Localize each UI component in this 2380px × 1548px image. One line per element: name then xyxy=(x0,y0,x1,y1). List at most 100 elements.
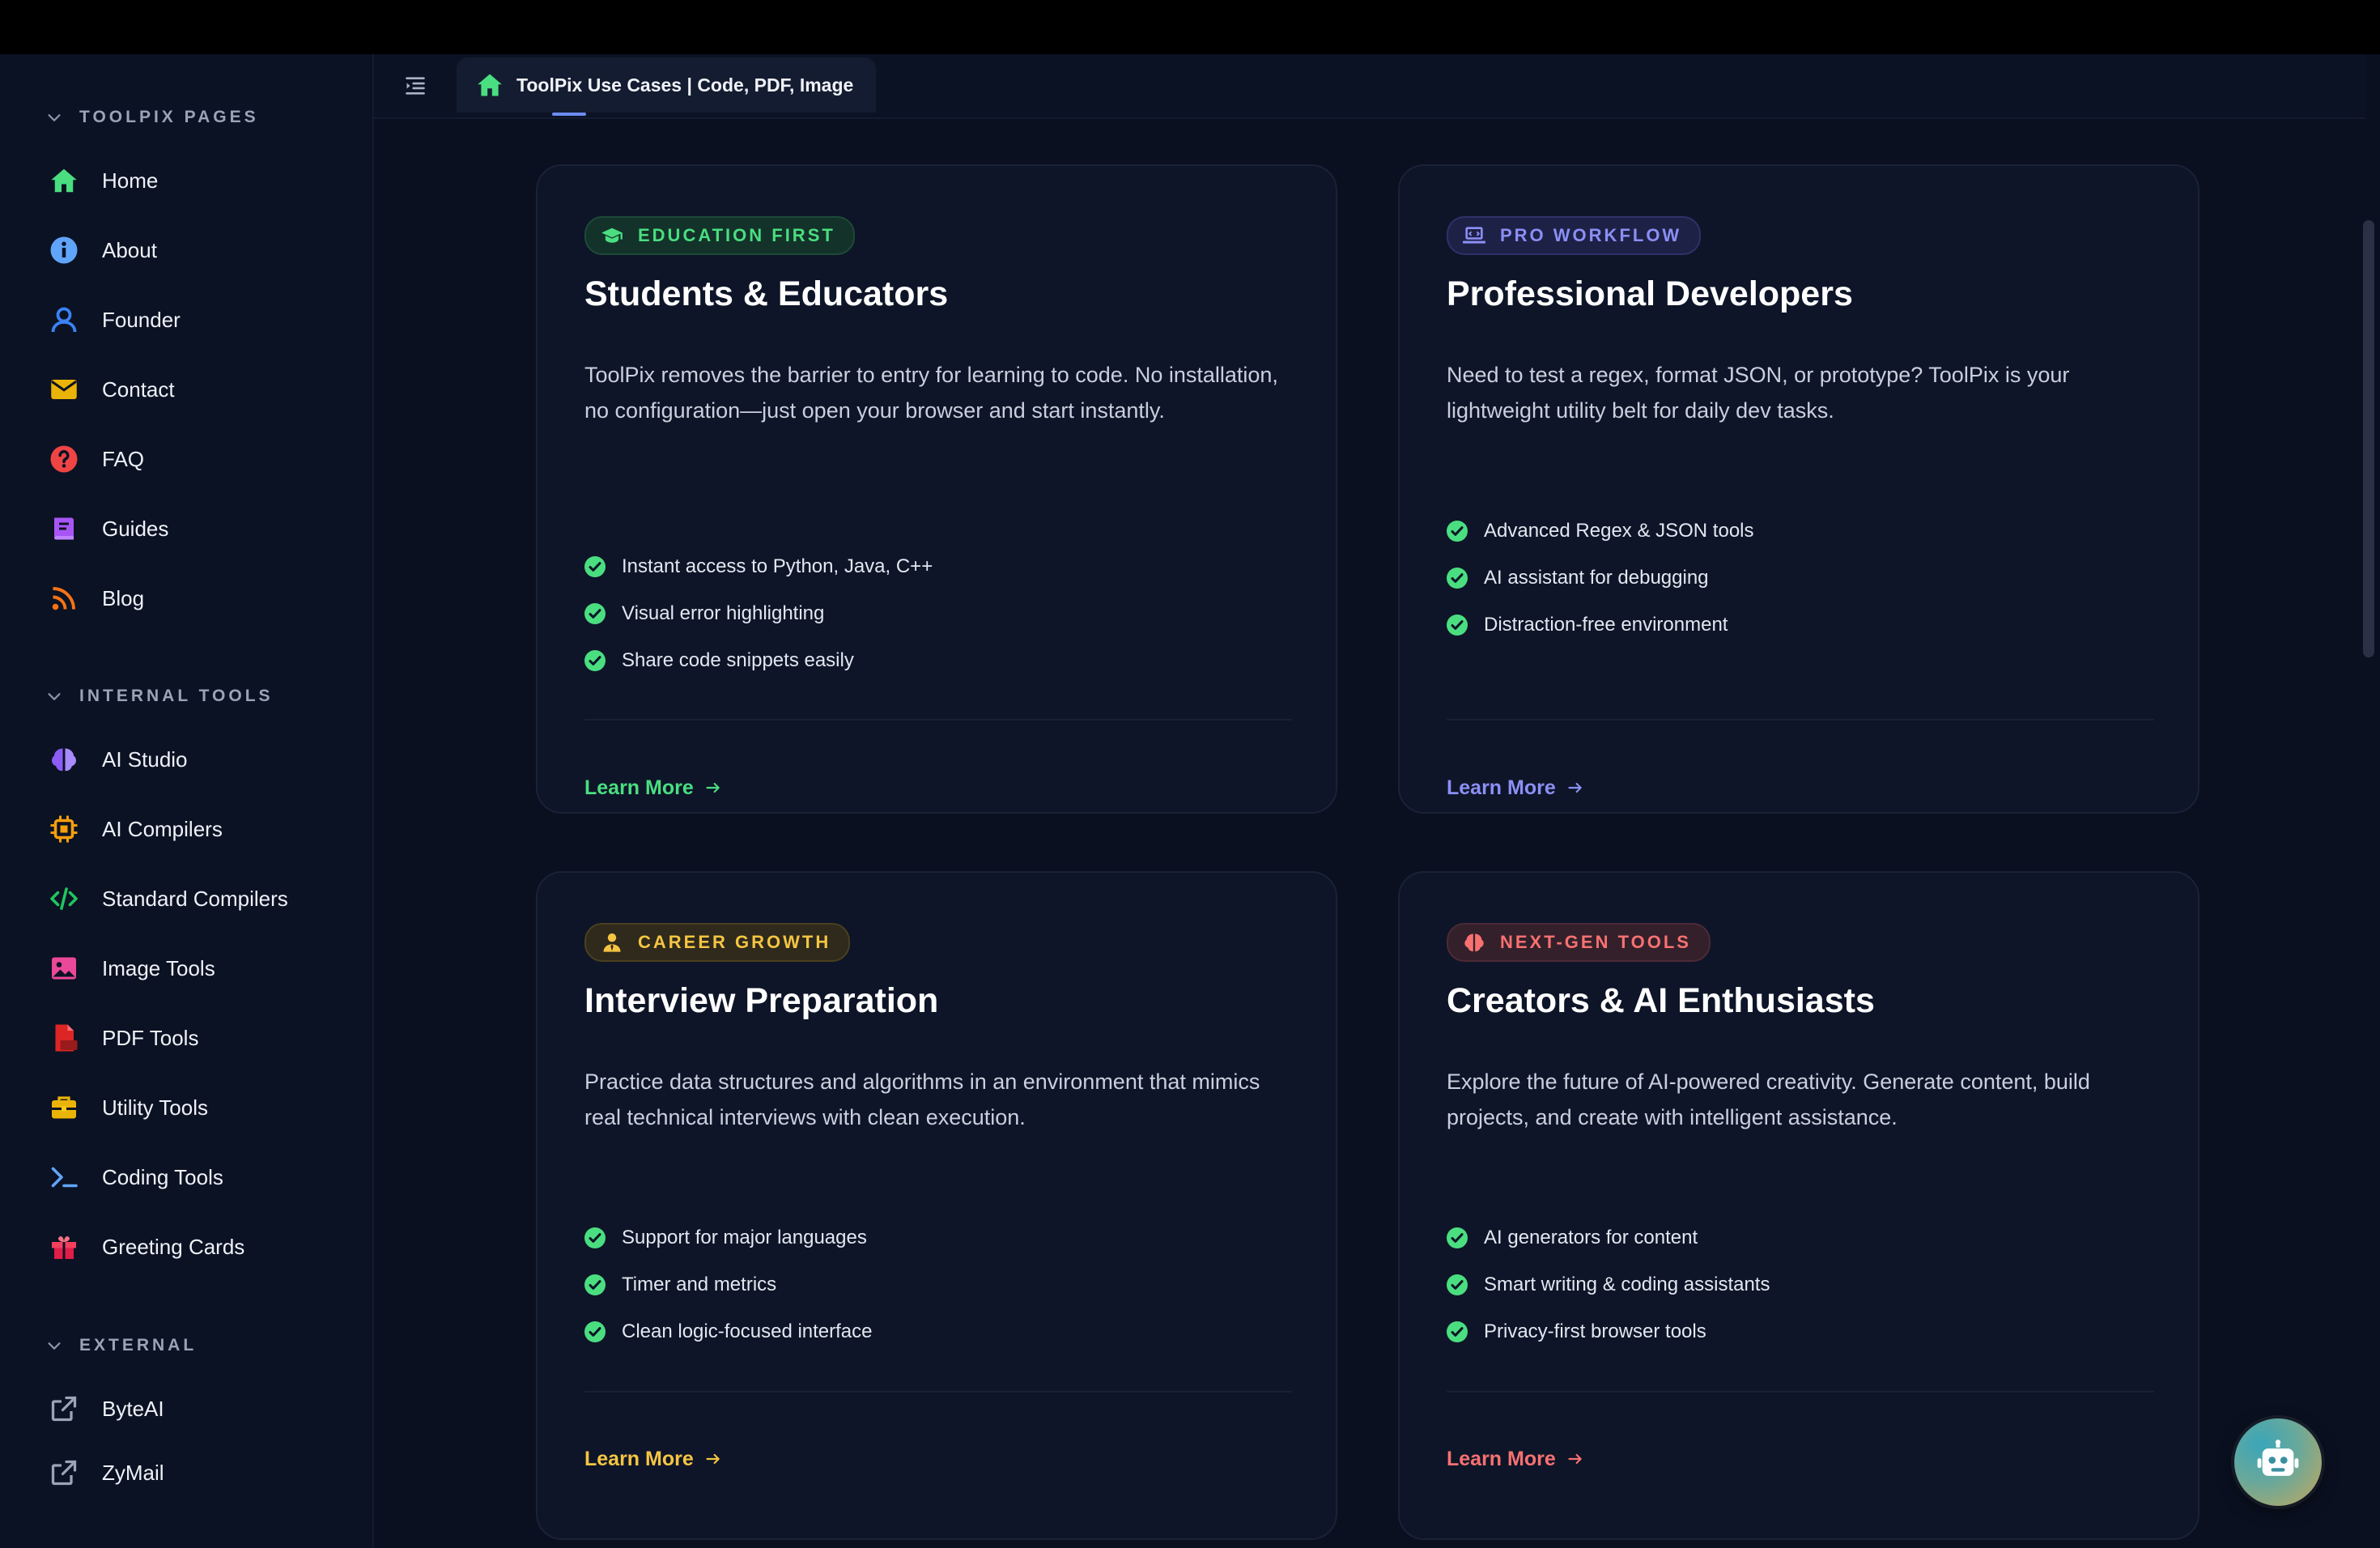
section-internal-tools[interactable]: INTERNAL TOOLS xyxy=(45,680,274,712)
section-external[interactable]: EXTERNAL xyxy=(45,1329,197,1362)
feature-item: Smart writing & coding assistants xyxy=(1447,1269,1770,1301)
card-description: Need to test a regex, format JSON, or pr… xyxy=(1447,363,2070,423)
feature-label: Clean logic-focused interface xyxy=(622,1320,873,1342)
sidebar: TOOLPIX PAGES Home About Founder Contact… xyxy=(0,54,374,1548)
divider xyxy=(1447,1391,2154,1393)
external-link-icon xyxy=(45,1454,83,1491)
sidebar-item-label: Standard Compilers xyxy=(102,886,288,911)
learn-more-link[interactable]: Learn More xyxy=(1447,772,1583,804)
use-case-card-students: EDUCATION FIRST Students & Educators Too… xyxy=(536,164,1337,814)
check-circle-icon xyxy=(1447,568,1468,589)
chip-icon xyxy=(45,810,83,848)
feature-label: Privacy-first browser tools xyxy=(1484,1320,1706,1342)
pdf-file-icon xyxy=(45,1019,83,1057)
info-icon xyxy=(45,232,83,269)
toolbox-icon xyxy=(45,1089,83,1126)
badge-label: CAREER GROWTH xyxy=(638,932,831,952)
feature-item: AI assistant for debugging xyxy=(1447,562,1709,594)
learn-more-label: Learn More xyxy=(1447,1447,1556,1470)
learn-more-link[interactable]: Learn More xyxy=(1447,1443,1583,1475)
gift-icon xyxy=(45,1228,83,1265)
sidebar-item-guides[interactable]: Guides xyxy=(45,504,353,553)
card-badge: NEXT-GEN TOOLS xyxy=(1447,923,1711,962)
check-circle-icon xyxy=(1447,615,1468,636)
card-title: Interview Preparation xyxy=(584,981,939,1020)
sidebar-item-greeting-cards[interactable]: Greeting Cards xyxy=(45,1223,353,1271)
use-case-card-interview: CAREER GROWTH Interview Preparation Prac… xyxy=(536,871,1337,1540)
card-badge: EDUCATION FIRST xyxy=(584,216,855,255)
chevron-down-icon xyxy=(48,693,61,700)
sidebar-item-blog[interactable]: Blog xyxy=(45,574,353,623)
laptop-icon xyxy=(1463,227,1485,244)
divider xyxy=(1447,719,2154,721)
sidebar-item-label: Utility Tools xyxy=(102,1095,209,1120)
feature-item: Distraction-free environment xyxy=(1447,609,1728,641)
sidebar-item-standard-compilers[interactable]: Standard Compilers xyxy=(45,874,353,923)
check-circle-icon xyxy=(1447,1274,1468,1295)
sidebar-item-zymail[interactable]: ZyMail xyxy=(45,1448,353,1497)
question-icon xyxy=(45,440,83,478)
sidebar-item-utility-tools[interactable]: Utility Tools xyxy=(45,1083,353,1132)
sidebar-item-label: Founder xyxy=(102,307,181,332)
tab-label: ToolPix Use Cases | Code, PDF, Image xyxy=(516,74,854,96)
feature-label: Distraction-free environment xyxy=(1484,614,1728,636)
feature-label: Visual error highlighting xyxy=(622,602,825,624)
sidebar-item-home[interactable]: Home xyxy=(45,156,353,205)
rss-icon xyxy=(45,580,83,617)
check-circle-icon xyxy=(584,1227,606,1248)
feature-label: Smart writing & coding assistants xyxy=(1484,1274,1770,1295)
sidebar-item-ai-compilers[interactable]: AI Compilers xyxy=(45,805,353,853)
sidebar-item-label: AI Studio xyxy=(102,746,188,772)
feature-label: AI generators for content xyxy=(1484,1227,1698,1248)
learn-more-label: Learn More xyxy=(584,1447,694,1470)
graduation-cap-icon xyxy=(601,228,623,243)
sidebar-item-faq[interactable]: FAQ xyxy=(45,435,353,483)
badge-label: EDUCATION FIRST xyxy=(638,225,835,245)
brain-icon xyxy=(45,741,83,778)
tab-use-cases[interactable]: ToolPix Use Cases | Code, PDF, Image xyxy=(457,57,877,113)
envelope-icon xyxy=(45,371,83,408)
feature-item: Visual error highlighting xyxy=(584,598,824,630)
sidebar-item-founder[interactable]: Founder xyxy=(45,296,353,344)
feature-item: Timer and metrics xyxy=(584,1269,776,1301)
section-toolpix-pages[interactable]: TOOLPIX PAGES xyxy=(45,101,259,134)
badge-label: PRO WORKFLOW xyxy=(1500,225,1682,245)
sidebar-item-image-tools[interactable]: Image Tools xyxy=(45,944,353,993)
learn-more-link[interactable]: Learn More xyxy=(584,1443,721,1475)
card-badge: CAREER GROWTH xyxy=(584,923,851,962)
learn-more-label: Learn More xyxy=(584,776,694,799)
external-link-icon xyxy=(45,1390,83,1427)
top-bar xyxy=(0,0,2380,54)
sidebar-item-ai-studio[interactable]: AI Studio xyxy=(45,735,353,784)
card-title: Creators & AI Enthusiasts xyxy=(1447,981,1875,1020)
sidebar-item-label: Home xyxy=(102,168,159,193)
feature-item: Instant access to Python, Java, C++ xyxy=(584,551,933,583)
sidebar-item-coding-tools[interactable]: Coding Tools xyxy=(45,1153,353,1201)
learn-more-link[interactable]: Learn More xyxy=(584,772,721,804)
sidebar-item-label: Contact xyxy=(102,376,175,402)
divider xyxy=(584,719,1292,721)
sidebar-item-about[interactable]: About xyxy=(45,226,353,274)
feature-item: Privacy-first browser tools xyxy=(1447,1316,1706,1348)
sidebar-item-contact[interactable]: Contact xyxy=(45,365,353,414)
check-circle-icon xyxy=(584,1321,606,1342)
book-icon xyxy=(45,510,83,547)
image-icon xyxy=(45,950,83,987)
sidebar-item-label: About xyxy=(102,237,157,262)
sidebar-item-pdf-tools[interactable]: PDF Tools xyxy=(45,1014,353,1062)
sidebar-item-label: FAQ xyxy=(102,446,145,471)
sidebar-item-label: PDF Tools xyxy=(102,1025,199,1050)
feature-item: Clean logic-focused interface xyxy=(584,1316,873,1348)
feature-item: Share code snippets easily xyxy=(584,644,854,677)
sidebar-item-label: ZyMail xyxy=(102,1460,164,1485)
sidebar-item-byteai[interactable]: ByteAI xyxy=(45,1384,353,1433)
sidebar-item-label: Image Tools xyxy=(102,955,215,980)
code-icon xyxy=(45,880,83,917)
use-case-card-developers: PRO WORKFLOW Professional Developers Nee… xyxy=(1398,164,2199,814)
sidebar-item-label: Blog xyxy=(102,585,145,610)
divider xyxy=(584,1391,1292,1393)
tab-active-indicator xyxy=(552,113,586,116)
scrollbar-thumb[interactable] xyxy=(2363,220,2374,657)
ai-chat-button[interactable] xyxy=(2234,1418,2322,1506)
sidebar-toggle-button[interactable] xyxy=(397,67,434,104)
